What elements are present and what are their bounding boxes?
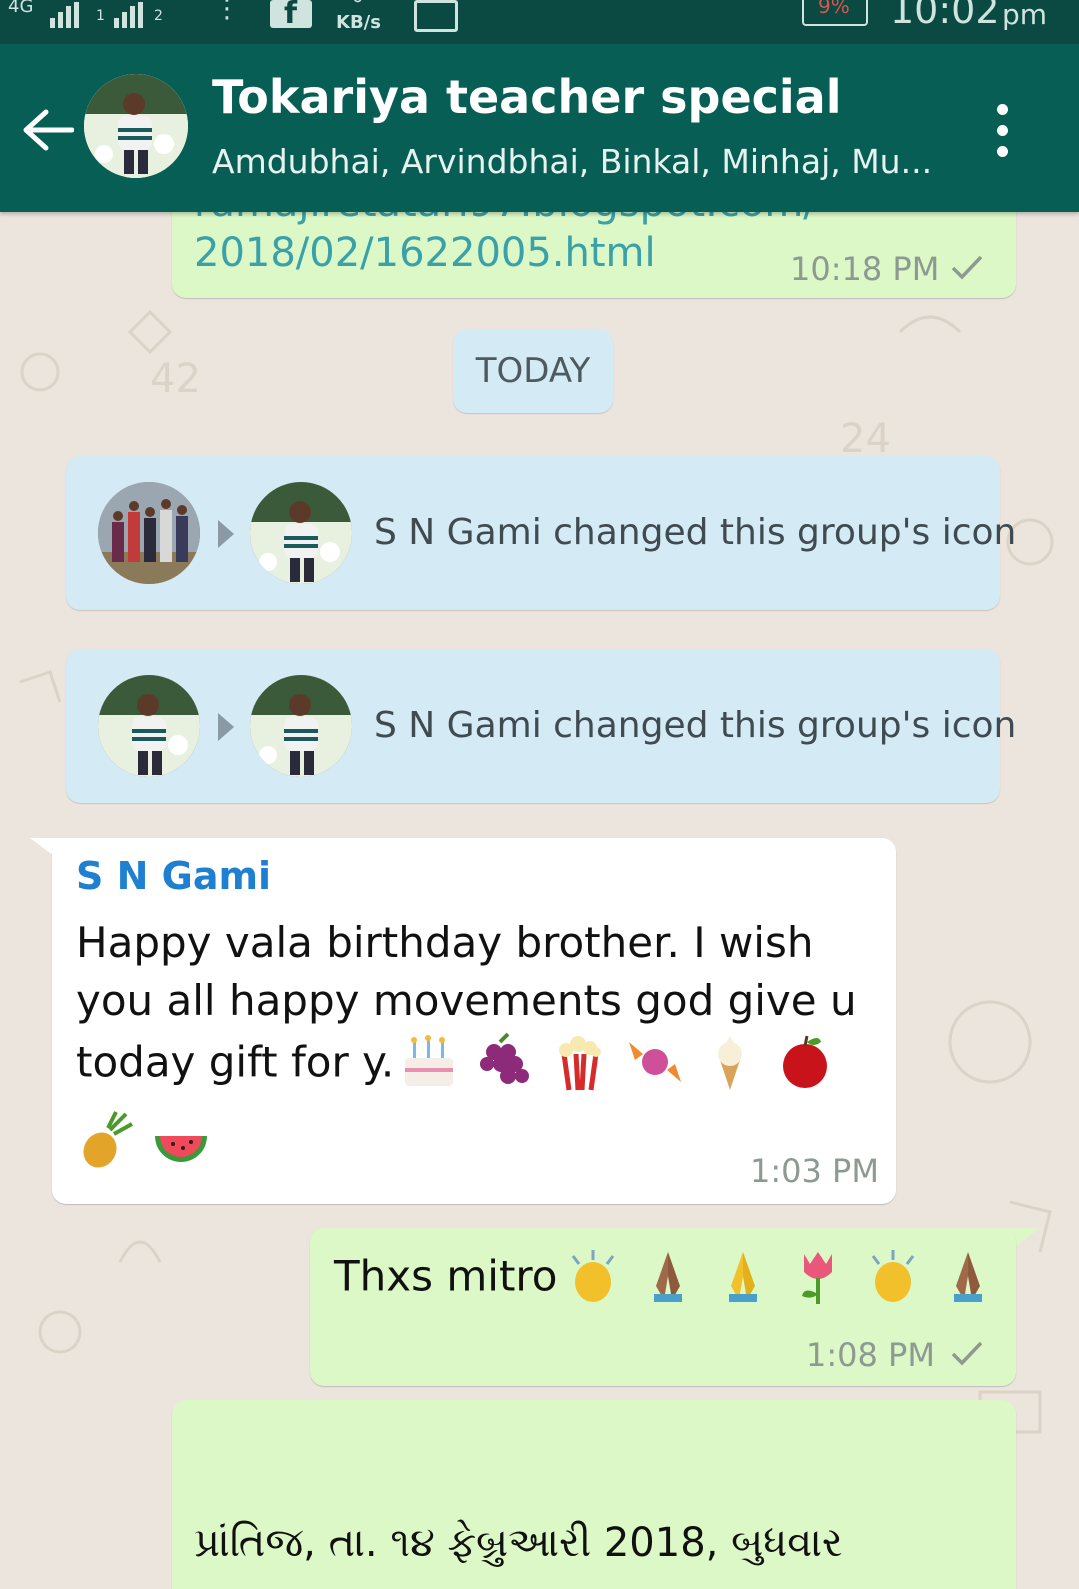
speed-value: 0 [352, 0, 363, 7]
pineapple-icon [83, 1111, 133, 1168]
folded-hands-icon [954, 1252, 983, 1302]
chat-header: Tokariya teacher special Amdubhai, Arvin… [0, 44, 1079, 212]
change-arrow-icon [218, 713, 234, 741]
folded-hands-icon [653, 1252, 682, 1302]
status-bar: 4G 1 2 ⋮ f 0 KB/s 9% 10:02 pm [0, 0, 1079, 44]
outgoing-message[interactable]: Thxs mitro 1:08 PM [310, 1228, 1016, 1386]
old-group-icon-thumbnail[interactable] [98, 482, 200, 584]
incoming-message[interactable]: S N Gami Happy vala birthday brother. I … [52, 838, 896, 1204]
message-time: 1:08 PM [806, 1336, 935, 1374]
system-message-text: S N Gami changed this group's icon [374, 512, 1017, 553]
gallery-icon [414, 0, 458, 32]
candy-icon [628, 1042, 681, 1082]
sent-check-icon [951, 1341, 983, 1366]
clock: 10:02 [890, 0, 1000, 32]
new-group-icon-thumbnail[interactable] [250, 675, 352, 777]
message-text-line: you all happy movements god give u [76, 976, 857, 1025]
sim2-label: 2 [154, 8, 163, 24]
chat-members[interactable]: Amdubhai, Arvindbhai, Binkal, Minhaj, Mu… [212, 142, 932, 181]
folded-hands-icon [728, 1252, 757, 1302]
system-message-text: S N Gami changed this group's icon [374, 705, 1017, 746]
change-arrow-icon [218, 520, 234, 548]
message-time: 1:03 PM [750, 1152, 879, 1190]
message-text: Thxs mitro [334, 1251, 558, 1301]
message-text: પ્રાંતિજ, તા. ૧૪ ફેબ્રુઆરી 2018, બુધવાર [194, 1520, 843, 1566]
old-group-icon-thumbnail[interactable] [98, 675, 200, 777]
grapes-icon [480, 1032, 530, 1084]
speed-unit: KB/s [336, 12, 381, 33]
link-partial-line[interactable]: ramajiretatari97.blogspot.com/ [194, 212, 817, 226]
sent-check-icon [951, 255, 983, 280]
clapping-hands-icon [571, 1250, 614, 1302]
date-chip: TODAY [453, 329, 613, 413]
more-notifications-icon: ⋮ [214, 0, 240, 24]
new-group-icon-thumbnail[interactable] [250, 482, 352, 584]
svg-text:42: 42 [150, 356, 201, 402]
group-avatar[interactable] [84, 74, 188, 178]
network-type: 4G [8, 0, 34, 17]
battery-percent: 9% [818, 0, 850, 18]
signal-icon-1 [50, 2, 79, 28]
birthday-cake-icon [405, 1035, 454, 1086]
battery-icon: 9% [802, 0, 868, 26]
message-text-line-with-emoji: today gift for y. [76, 1032, 845, 1098]
apple-icon [782, 1035, 827, 1088]
emoji-line [76, 1110, 221, 1176]
ice-cream-icon [717, 1036, 742, 1090]
overflow-menu-icon[interactable] [988, 104, 1016, 164]
message-link[interactable]: 2018/02/1622005.html [194, 230, 656, 276]
date-chip-label: TODAY [475, 351, 591, 391]
outgoing-message[interactable]: પ્રાંતિજ, તા. ૧૪ ફેબ્રુઆરી 2018, બુધવાર [172, 1400, 1016, 1589]
message-text-line: Happy vala birthday brother. I wish [76, 918, 814, 967]
message-text-line-with-emoji: Thxs mitro [334, 1246, 1008, 1316]
chat-title[interactable]: Tokariya teacher special [212, 70, 842, 124]
outgoing-message-link[interactable]: ramajiretatari97.blogspot.com/ 2018/02/1… [172, 212, 1016, 298]
back-arrow-icon[interactable] [22, 108, 74, 152]
clapping-hands-icon [871, 1250, 915, 1302]
clock-ampm: pm [1002, 0, 1048, 31]
sim1-label: 1 [96, 8, 105, 24]
message-list[interactable]: 42 24 ramajiretatari97.blogspot.com/ 201… [0, 212, 1079, 1589]
message-time: 10:18 PM [790, 250, 940, 288]
tulip-icon [801, 1252, 832, 1304]
watermelon-icon [155, 1136, 208, 1162]
system-message: S N Gami changed this group's icon [66, 456, 1016, 610]
facebook-icon: f [270, 0, 312, 31]
popcorn-icon [558, 1036, 601, 1091]
system-message: S N Gami changed this group's icon [66, 649, 1016, 803]
sender-name[interactable]: S N Gami [76, 854, 271, 898]
message-text: today gift for y. [76, 1037, 395, 1087]
